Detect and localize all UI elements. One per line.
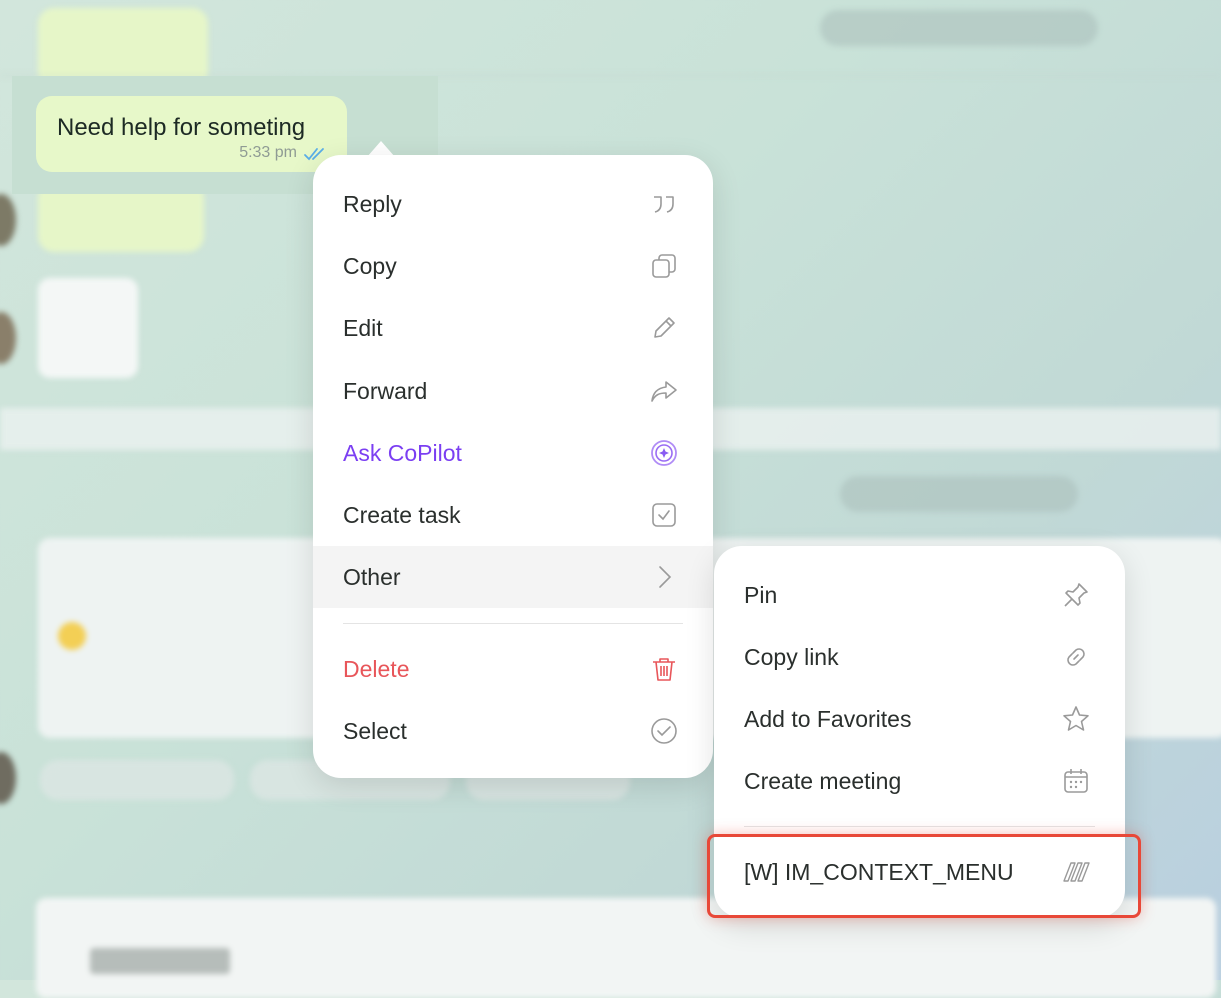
menu-item-edit[interactable]: Edit [313, 297, 713, 359]
menu-item-label: Ask CoPilot [343, 439, 462, 466]
message-time: 5:33 pm [239, 144, 297, 161]
submenu-item-im-context-menu[interactable]: [W] IM_CONTEXT_MENU [714, 841, 1125, 903]
menu-item-label: Reply [343, 190, 402, 217]
calendar-icon [1061, 766, 1091, 796]
blurred-avatar [0, 194, 16, 246]
menu-item-label: Create meeting [744, 767, 902, 794]
link-icon [1061, 642, 1091, 672]
menu-item-label: Other [343, 563, 401, 590]
menu-item-label: Add to Favorites [744, 705, 912, 732]
menu-divider [744, 826, 1095, 827]
stripes-icon [1061, 857, 1091, 887]
menu-item-label: Pin [744, 581, 778, 608]
other-submenu: Pin Copy link Add to Favorites Create me… [714, 546, 1125, 918]
menu-item-label: Delete [343, 655, 410, 682]
checkbox-icon [649, 500, 679, 530]
blurred-emoji [58, 622, 86, 650]
trash-icon [649, 654, 679, 684]
forward-arrow-icon [649, 376, 679, 406]
menu-item-select[interactable]: Select [313, 700, 713, 762]
blurred-feedback-title [90, 948, 230, 974]
message-context-menu: Reply Copy Edit Forward Ask CoPilot Crea… [313, 155, 713, 778]
menu-item-copy[interactable]: Copy [313, 235, 713, 297]
menu-item-other[interactable]: Other [313, 546, 713, 608]
blurred-message-bubble [38, 278, 138, 378]
copy-icon [649, 251, 679, 281]
chevron-right-icon [649, 562, 679, 592]
blurred-avatar [0, 752, 16, 804]
menu-item-label: [W] IM_CONTEXT_MENU [744, 858, 1014, 885]
menu-item-create-task[interactable]: Create task [313, 484, 713, 546]
blurred-avatar [0, 312, 16, 364]
copilot-icon [649, 438, 679, 468]
quote-icon [649, 189, 679, 219]
submenu-item-add-to-favorites[interactable]: Add to Favorites [714, 688, 1125, 750]
submenu-item-pin[interactable]: Pin [714, 564, 1125, 626]
menu-item-label: Select [343, 717, 407, 744]
star-icon [1061, 704, 1091, 734]
menu-item-label: Copy link [744, 643, 839, 670]
submenu-item-create-meeting[interactable]: Create meeting [714, 750, 1125, 812]
focused-message-bubble[interactable]: Need help for someting 5:33 pm [36, 96, 347, 172]
menu-item-label: Edit [343, 314, 383, 341]
pin-icon [1061, 580, 1091, 610]
menu-item-label: Create task [343, 501, 461, 528]
message-text: Need help for someting [57, 114, 306, 141]
check-circle-icon [649, 716, 679, 746]
menu-item-label: Copy [343, 252, 397, 279]
blurred-date-pill [840, 476, 1078, 512]
menu-item-ask-copilot[interactable]: Ask CoPilot [313, 422, 713, 484]
menu-item-delete[interactable]: Delete [313, 638, 713, 700]
menu-item-reply[interactable]: Reply [313, 173, 713, 235]
blurred-quick-reply [40, 760, 234, 800]
menu-item-label: Forward [343, 377, 428, 404]
menu-item-forward[interactable]: Forward [313, 360, 713, 422]
blurred-date-pill [820, 10, 1098, 46]
pencil-icon [649, 313, 679, 343]
menu-divider [343, 623, 683, 624]
submenu-item-copy-link[interactable]: Copy link [714, 626, 1125, 688]
